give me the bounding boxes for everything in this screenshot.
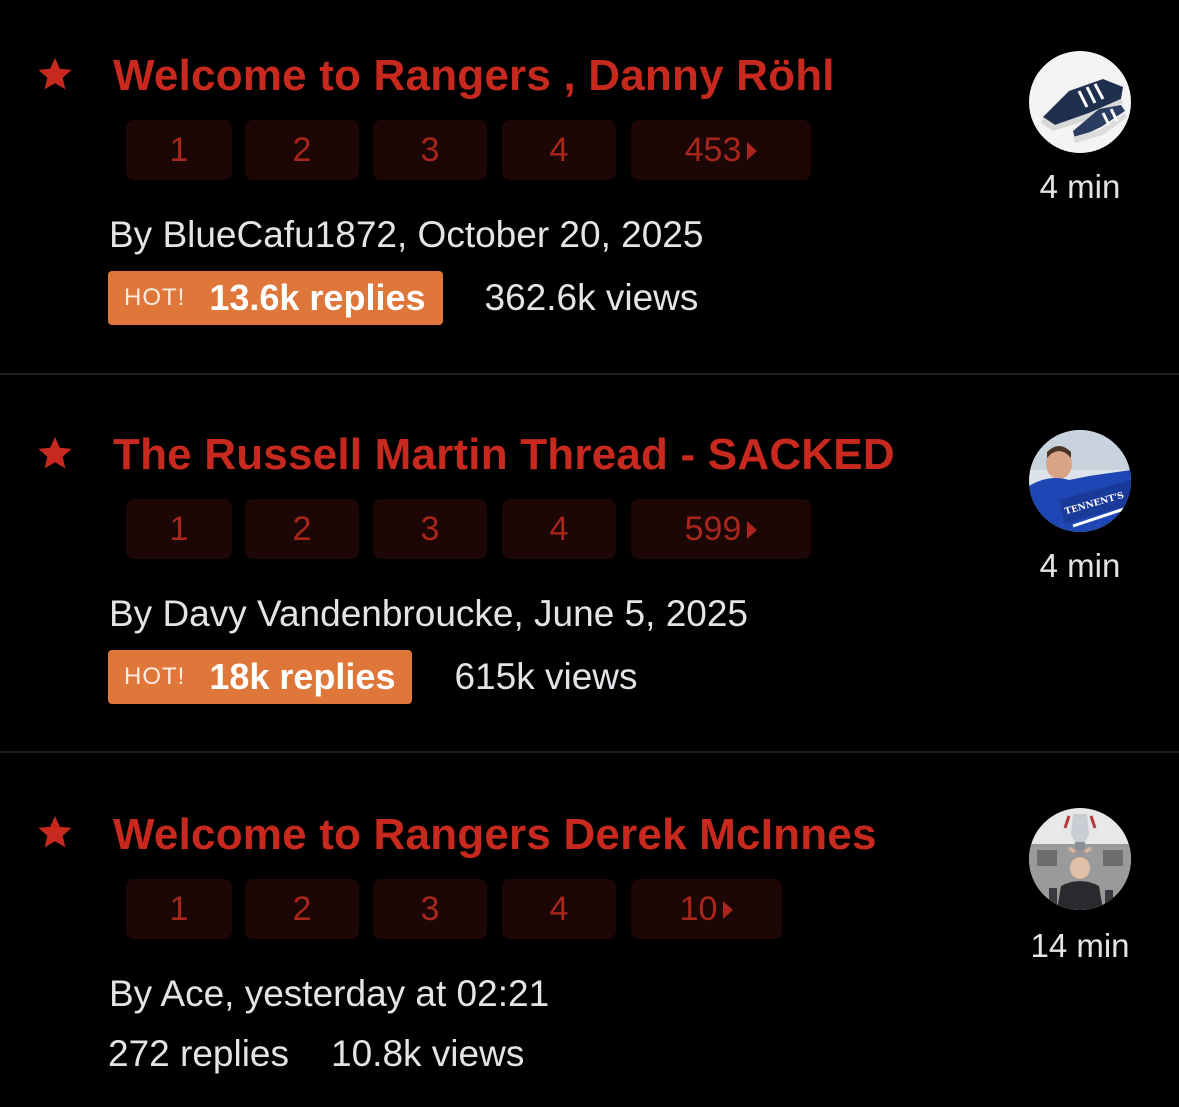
last-page-number: 599 xyxy=(684,509,742,548)
view-count: 10.8k views xyxy=(331,1033,525,1074)
page-link[interactable]: 2 xyxy=(245,499,359,559)
last-activity-time: 14 min xyxy=(1030,927,1130,964)
star-icon xyxy=(36,813,74,851)
view-count: 362.6k views xyxy=(484,277,699,318)
user-avatar[interactable] xyxy=(1029,808,1131,910)
trophy-avatar-icon xyxy=(1029,808,1131,910)
divider xyxy=(0,373,1179,375)
page-link[interactable]: 1 xyxy=(126,120,232,180)
page-link[interactable]: 4 xyxy=(502,879,616,939)
caret-right-icon xyxy=(747,521,758,539)
rangers-shirt-avatar-icon: TENNENT'S xyxy=(1029,430,1131,532)
topic-list: Welcome to Rangers , Danny Röhl 1 2 3 4 … xyxy=(0,0,1179,1107)
page-link[interactable]: 2 xyxy=(245,879,359,939)
reply-count: 18k replies xyxy=(209,656,396,697)
topic-title-link[interactable]: Welcome to Rangers Derek McInnes xyxy=(113,809,877,861)
topic-byline: By BlueCafu1872, October 20, 2025 xyxy=(109,214,704,255)
last-activity-time: 4 min xyxy=(1039,168,1121,205)
last-page-number: 10 xyxy=(679,889,718,928)
topic-stats: 272 replies 10.8k views xyxy=(108,1027,524,1081)
last-page-link[interactable]: 10 xyxy=(631,879,782,939)
user-avatar[interactable]: TENNENT'S xyxy=(1029,430,1131,532)
page-link[interactable]: 3 xyxy=(373,879,487,939)
divider xyxy=(0,751,1179,753)
hot-badge: HOT! 13.6k replies xyxy=(108,271,443,325)
view-count: 615k views xyxy=(454,656,638,697)
last-page-number: 453 xyxy=(684,130,742,169)
reply-count: 272 replies xyxy=(108,1033,290,1074)
last-page-link[interactable]: 453 xyxy=(631,120,811,180)
sneakers-avatar-icon xyxy=(1029,51,1131,153)
page-link[interactable]: 1 xyxy=(126,879,232,939)
page-link[interactable]: 3 xyxy=(373,499,487,559)
topic-byline: By Davy Vandenbroucke, June 5, 2025 xyxy=(109,593,749,634)
page-link[interactable]: 4 xyxy=(502,499,616,559)
topic-title-link[interactable]: The Russell Martin Thread - SACKED xyxy=(113,429,895,481)
topic-title-link[interactable]: Welcome to Rangers , Danny Röhl xyxy=(113,50,835,102)
hot-badge: HOT! 18k replies xyxy=(108,650,413,704)
last-page-link[interactable]: 599 xyxy=(631,499,811,559)
topic-stats: HOT! 18k replies 615k views xyxy=(108,650,638,704)
topic-row[interactable]: Welcome to Rangers , Danny Röhl 1 2 3 4 … xyxy=(0,0,1179,374)
topic-byline: By Ace, yesterday at 02:21 xyxy=(109,973,550,1014)
reply-count: 13.6k replies xyxy=(209,277,426,318)
last-activity-time: 4 min xyxy=(1039,547,1121,584)
user-avatar[interactable] xyxy=(1029,51,1131,153)
page-link[interactable]: 3 xyxy=(373,120,487,180)
topic-stats: HOT! 13.6k replies 362.6k views xyxy=(108,271,698,325)
page-link[interactable]: 2 xyxy=(245,120,359,180)
star-icon xyxy=(36,434,74,472)
star-icon xyxy=(36,55,74,93)
caret-right-icon xyxy=(747,142,758,160)
hot-label: HOT! xyxy=(124,663,186,690)
hot-label: HOT! xyxy=(124,284,186,311)
page-link[interactable]: 1 xyxy=(126,499,232,559)
topic-row[interactable]: The Russell Martin Thread - SACKED 1 2 3… xyxy=(0,376,1179,752)
caret-right-icon xyxy=(723,901,734,919)
page-link[interactable]: 4 xyxy=(502,120,616,180)
topic-row[interactable]: Welcome to Rangers Derek McInnes 1 2 3 4… xyxy=(0,754,1179,1107)
